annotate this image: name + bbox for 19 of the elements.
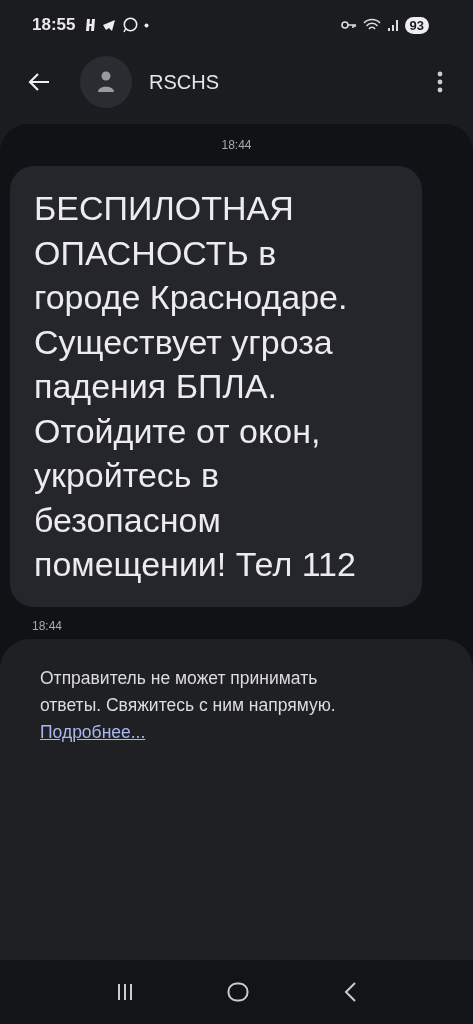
paper-plane-icon <box>102 18 117 32</box>
battery-level: 93 <box>404 16 429 34</box>
status-time: 18:55 <box>32 15 76 35</box>
home-button[interactable] <box>227 982 250 1002</box>
key-icon <box>340 20 357 30</box>
wifi-icon <box>362 18 381 32</box>
h-letter-icon <box>85 18 97 32</box>
message-bubble: БЕСПИЛОТНАЯ ОПАСНОСТЬ в городе Краснодаре. Существует угроза падения БПЛА. Отойдите от окон, укройтесь в безопасном помещении! Тел 112 <box>10 166 422 607</box>
more-link[interactable]: Подробнее... <box>40 721 146 742</box>
recent-apps-button[interactable] <box>117 983 134 1001</box>
contact-name: RSCHS <box>149 70 219 94</box>
notice-text: Отправитель не может принимать ответы. Свяжитесь с ним напрямую. <box>40 666 337 717</box>
chat-bubble-icon <box>122 17 139 33</box>
signal-icon <box>386 19 399 31</box>
date-label: 18:44 <box>220 138 253 152</box>
contact-avatar[interactable] <box>80 56 132 108</box>
message-time: 18:44 <box>32 618 64 633</box>
back-nav-button[interactable] <box>343 982 356 1002</box>
dot-icon <box>144 22 150 28</box>
